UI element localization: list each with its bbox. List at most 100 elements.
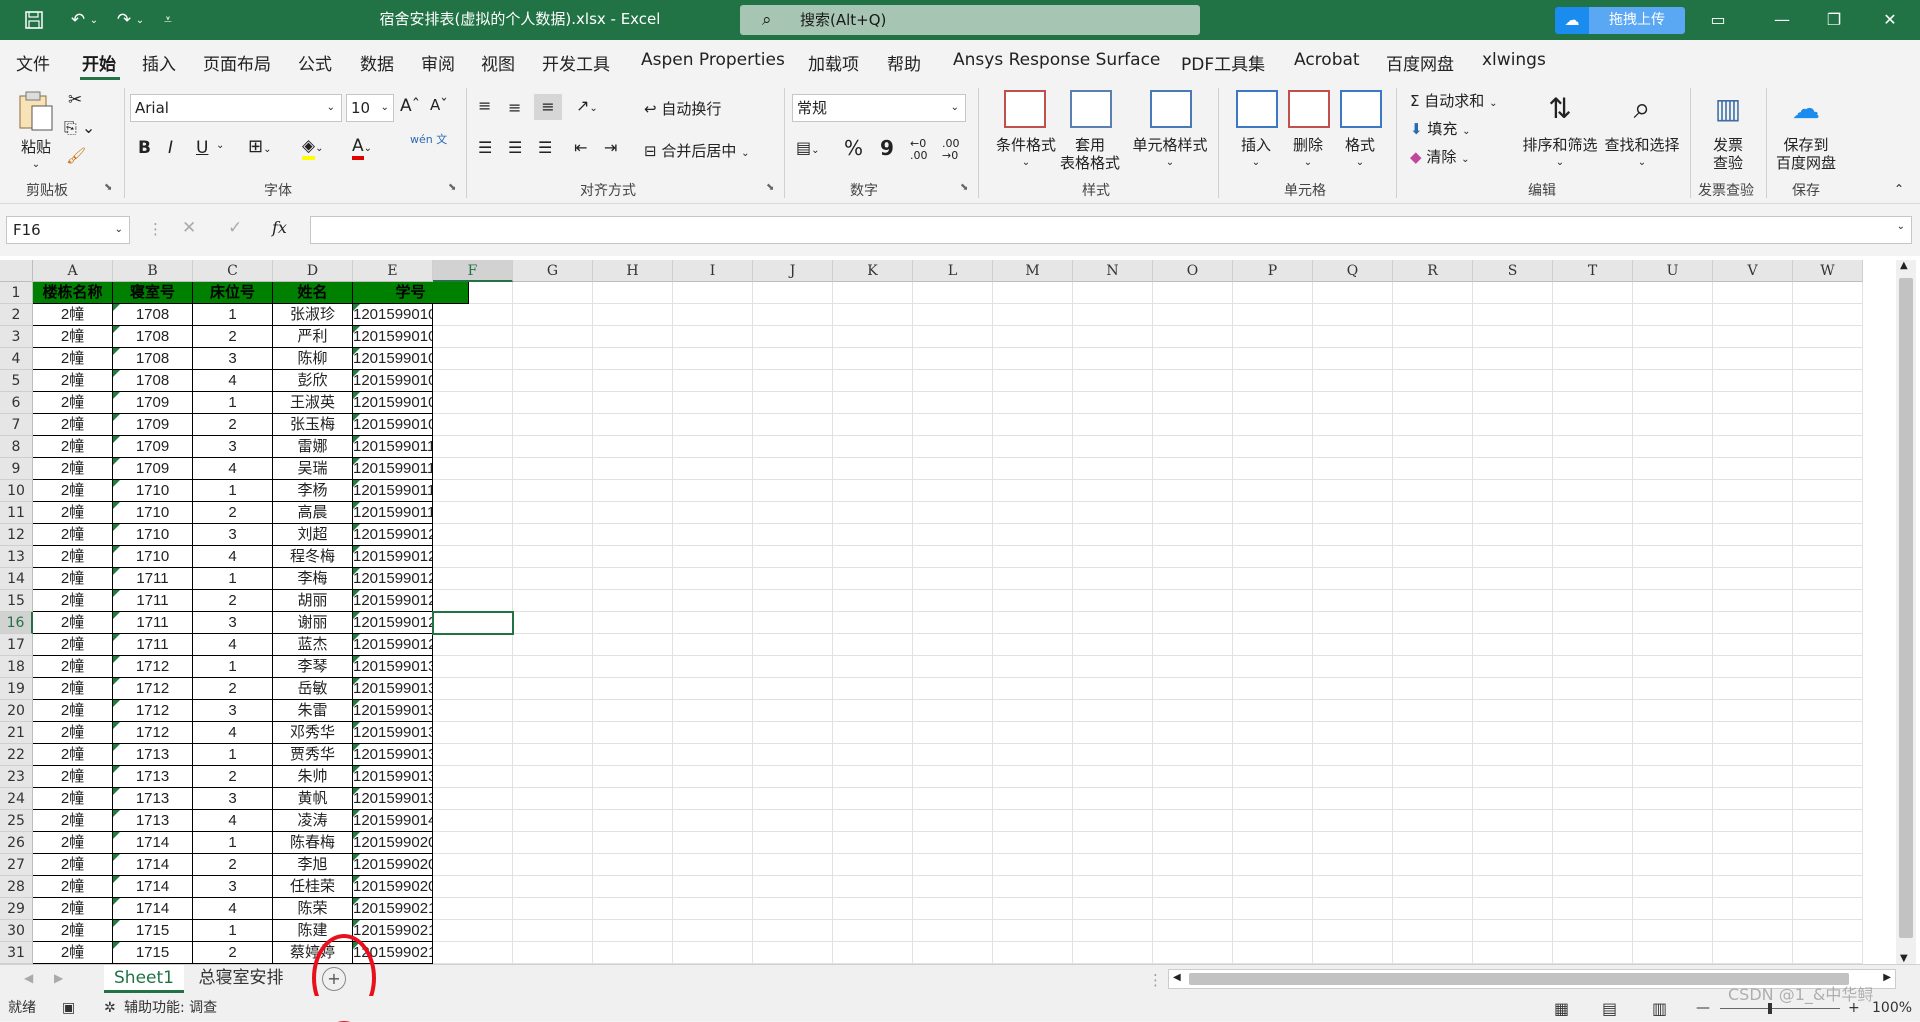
empty-cell[interactable] (1153, 348, 1233, 370)
empty-cell[interactable] (1313, 304, 1393, 326)
table-cell[interactable]: 4 (193, 722, 273, 744)
format-as-table-button[interactable]: 套用 表格格式 (1050, 90, 1130, 176)
empty-cell[interactable] (1233, 480, 1313, 502)
row-header-20[interactable]: 20 (0, 700, 33, 722)
table-cell[interactable]: 2幢 (33, 942, 113, 964)
empty-cell[interactable] (673, 326, 753, 348)
empty-cell[interactable] (1553, 502, 1633, 524)
empty-cell[interactable] (593, 788, 673, 810)
table-cell[interactable]: 12015990119 (353, 502, 433, 524)
empty-cell[interactable] (673, 832, 753, 854)
empty-cell[interactable] (433, 876, 513, 898)
empty-cell[interactable] (1313, 326, 1393, 348)
empty-cell[interactable] (833, 634, 913, 656)
empty-cell[interactable] (513, 458, 593, 480)
row-header-24[interactable]: 24 (0, 788, 33, 810)
empty-cell[interactable] (1313, 458, 1393, 480)
empty-cell[interactable] (1553, 458, 1633, 480)
table-cell[interactable]: 2 (193, 414, 273, 436)
row-header-31[interactable]: 31 (0, 942, 33, 964)
empty-cell[interactable] (1793, 282, 1863, 304)
empty-cell[interactable] (1633, 788, 1713, 810)
empty-cell[interactable] (1473, 590, 1553, 612)
empty-cell[interactable] (1553, 656, 1633, 678)
table-cell[interactable]: 2幢 (33, 854, 113, 876)
empty-cell[interactable] (1393, 282, 1473, 304)
empty-cell[interactable] (1313, 370, 1393, 392)
table-cell[interactable]: 3 (193, 788, 273, 810)
empty-cell[interactable] (1473, 326, 1553, 348)
empty-cell[interactable] (1233, 568, 1313, 590)
empty-cell[interactable] (1073, 942, 1153, 964)
empty-cell[interactable] (1713, 678, 1793, 700)
empty-cell[interactable] (433, 436, 513, 458)
empty-cell[interactable] (513, 502, 593, 524)
empty-cell[interactable] (1713, 898, 1793, 920)
empty-cell[interactable] (1153, 766, 1233, 788)
empty-cell[interactable] (1393, 854, 1473, 876)
empty-cell[interactable] (1233, 590, 1313, 612)
empty-cell[interactable] (433, 348, 513, 370)
empty-cell[interactable] (1633, 634, 1713, 656)
empty-cell[interactable] (1073, 502, 1153, 524)
empty-cell[interactable] (433, 524, 513, 546)
header-cell[interactable]: 床位号 (193, 282, 273, 304)
table-cell[interactable]: 2幢 (33, 436, 113, 458)
empty-cell[interactable] (1233, 370, 1313, 392)
table-cell[interactable]: 2幢 (33, 744, 113, 766)
sheet-tab-sheet1[interactable]: Sheet1 (104, 965, 184, 993)
empty-cell[interactable] (513, 348, 593, 370)
table-cell[interactable]: 12015990120 (353, 524, 433, 546)
table-cell[interactable]: 12015990104 (353, 348, 433, 370)
table-cell[interactable]: 贾秀华 (273, 744, 353, 766)
empty-cell[interactable] (1713, 458, 1793, 480)
empty-cell[interactable] (1713, 348, 1793, 370)
empty-cell[interactable] (913, 348, 993, 370)
table-cell[interactable]: 严利 (273, 326, 353, 348)
empty-cell[interactable] (1473, 700, 1553, 722)
table-cell[interactable]: 高晨 (273, 502, 353, 524)
empty-cell[interactable] (1073, 766, 1153, 788)
empty-cell[interactable] (753, 832, 833, 854)
empty-cell[interactable] (1233, 854, 1313, 876)
empty-cell[interactable] (1633, 656, 1713, 678)
table-cell[interactable]: 2 (193, 678, 273, 700)
row-header-16[interactable]: 16 (0, 612, 33, 634)
table-cell[interactable]: 1710 (113, 546, 193, 568)
empty-cell[interactable] (913, 898, 993, 920)
empty-cell[interactable] (1073, 458, 1153, 480)
empty-cell[interactable] (1153, 370, 1233, 392)
table-cell[interactable]: 4 (193, 458, 273, 480)
empty-cell[interactable] (1393, 392, 1473, 414)
empty-cell[interactable] (833, 722, 913, 744)
empty-cell[interactable] (1713, 568, 1793, 590)
formula-input[interactable]: ⌄ (310, 216, 1912, 244)
empty-cell[interactable] (673, 282, 753, 304)
table-cell[interactable]: 1714 (113, 832, 193, 854)
empty-cell[interactable] (993, 458, 1073, 480)
empty-cell[interactable] (1393, 810, 1473, 832)
empty-cell[interactable] (1233, 876, 1313, 898)
empty-cell[interactable] (1793, 832, 1863, 854)
clear-button[interactable]: ◆ 清除 ⌄ (1410, 146, 1470, 167)
row-header-22[interactable]: 22 (0, 744, 33, 766)
empty-cell[interactable] (833, 590, 913, 612)
empty-cell[interactable] (1473, 502, 1553, 524)
empty-cell[interactable] (913, 524, 993, 546)
empty-cell[interactable] (513, 876, 593, 898)
empty-cell[interactable] (753, 480, 833, 502)
empty-cell[interactable] (1393, 656, 1473, 678)
empty-cell[interactable] (1153, 392, 1233, 414)
empty-cell[interactable] (833, 612, 913, 634)
empty-cell[interactable] (753, 942, 833, 964)
table-cell[interactable]: 12015990212 (353, 898, 433, 920)
empty-cell[interactable] (1713, 788, 1793, 810)
empty-cell[interactable] (433, 414, 513, 436)
empty-cell[interactable] (1313, 920, 1393, 942)
empty-cell[interactable] (433, 920, 513, 942)
table-cell[interactable]: 1713 (113, 788, 193, 810)
empty-cell[interactable] (513, 414, 593, 436)
decrease-indent-icon[interactable]: ⇤ (574, 138, 587, 157)
tab-aspen-properties[interactable]: Aspen Properties (641, 50, 785, 70)
tab-review[interactable]: 审阅 (421, 50, 455, 75)
